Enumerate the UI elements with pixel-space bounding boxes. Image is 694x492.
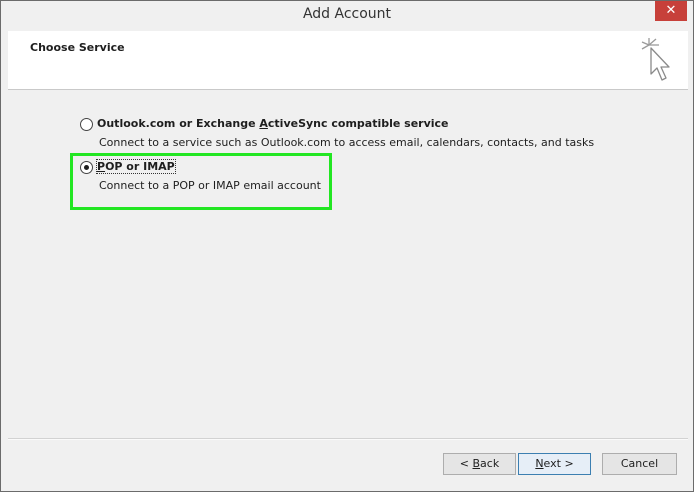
radio-pop-imap[interactable] (80, 161, 93, 174)
cancel-button[interactable]: Cancel (602, 453, 677, 475)
option-outlook-exchange-label[interactable]: Outlook.com or Exchange ActiveSync compa… (97, 117, 449, 130)
dialog-header: Choose Service (8, 31, 688, 90)
cursor-click-icon (641, 38, 670, 81)
option-pop-imap-description: Connect to a POP or IMAP email account (99, 179, 321, 192)
option-pop-imap-label[interactable]: POP or IMAP (96, 159, 176, 174)
close-icon: ✕ (665, 3, 677, 18)
back-button[interactable]: < Back (443, 453, 516, 475)
add-account-dialog: Add Account ✕ Choose Service Outlook.com… (0, 0, 694, 492)
next-button[interactable]: Next > (518, 453, 591, 475)
title-bar[interactable]: Add Account ✕ (1, 1, 693, 31)
service-options: Outlook.com or Exchange ActiveSync compa… (8, 90, 688, 435)
radio-outlook-exchange[interactable] (80, 118, 93, 131)
footer-divider-highlight (8, 439, 688, 440)
page-title: Choose Service (30, 41, 125, 54)
close-button[interactable]: ✕ (655, 1, 687, 21)
option-outlook-exchange-description: Connect to a service such as Outlook.com… (99, 136, 595, 149)
window-title: Add Account (302, 6, 392, 22)
